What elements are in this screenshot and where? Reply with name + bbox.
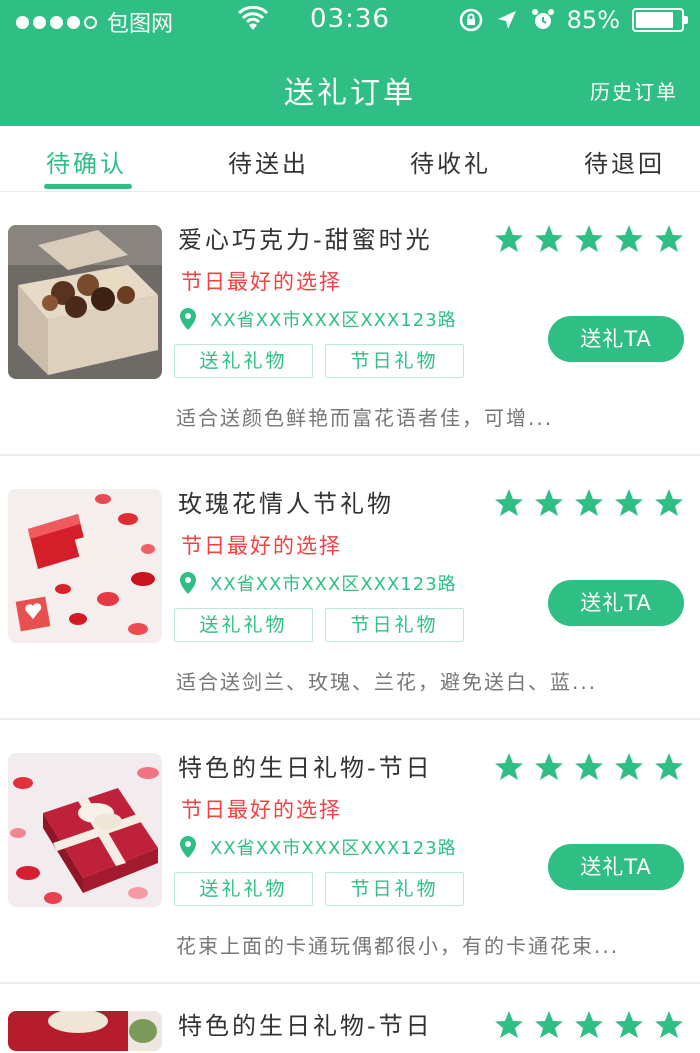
location-pin-icon (180, 308, 196, 330)
order-title: 特色的生日礼物-节日 (178, 754, 433, 782)
tag-gift[interactable]: 送礼礼物 (174, 608, 313, 642)
status-right: 85% (459, 6, 688, 34)
order-subtitle: 节日最好的选择 (181, 798, 342, 822)
order-subtitle: 节日最好的选择 (181, 534, 342, 558)
star-icon (655, 225, 683, 252)
tag-gift[interactable]: 送礼礼物 (174, 872, 313, 906)
tag-gift[interactable]: 送礼礼物 (174, 344, 313, 378)
order-card[interactable]: 玫瑰花情人节礼物 节日最好的选择 XX省XX市XXX区XXX123路 送礼礼物 … (0, 456, 700, 720)
product-image-gift-box[interactable] (8, 1011, 162, 1051)
tab-pending-confirm[interactable]: 待确认 (46, 144, 127, 179)
star-icon (535, 489, 563, 516)
star-icon (495, 753, 523, 780)
star-icon (655, 753, 683, 780)
star-icon (615, 753, 643, 780)
address-text: XX省XX市XXX区XXX123路 (210, 310, 457, 331)
tag-holiday[interactable]: 节日礼物 (325, 872, 464, 906)
status-bar: 包图网 03:36 85% (0, 0, 700, 40)
send-gift-button[interactable]: 送礼TA (548, 580, 684, 626)
order-card[interactable]: 爱心巧克力-甜蜜时光 节日最好的选择 XX省XX市XXX区XXX123路 送礼礼… (0, 192, 700, 456)
alarm-icon (531, 9, 554, 29)
rotation-lock-icon (459, 8, 482, 32)
order-description: 适合送剑兰、玫瑰、兰花，避免送白、蓝... (176, 670, 598, 694)
location-pin-icon (180, 836, 196, 858)
rating-stars (494, 1010, 684, 1040)
send-gift-button[interactable]: 送礼TA (548, 316, 684, 362)
send-gift-button[interactable]: 送礼TA (548, 844, 684, 890)
order-tabs: 待确认 待送出 待收礼 待退回 (0, 126, 700, 192)
address-row: XX省XX市XXX区XXX123路 (178, 306, 457, 332)
order-subtitle: 节日最好的选择 (181, 270, 342, 294)
address-text: XX省XX市XXX区XXX123路 (210, 838, 457, 859)
rating-stars (494, 224, 684, 254)
history-orders-link[interactable]: 历史订单 (590, 76, 678, 105)
order-card[interactable]: 特色的生日礼物-节日 节日最好的选择 XX省XX市XXX区XXX123路 送礼礼… (0, 720, 700, 984)
product-image-chocolate[interactable] (8, 225, 162, 379)
tab-pending-send[interactable]: 待送出 (228, 144, 309, 179)
star-icon (495, 225, 523, 252)
star-icon (615, 225, 643, 252)
location-pin-icon (180, 572, 196, 594)
star-icon (575, 753, 603, 780)
star-icon (535, 225, 563, 252)
tab-pending-return[interactable]: 待退回 (584, 144, 665, 179)
tag-group: 送礼礼物 节日礼物 (174, 872, 464, 906)
tag-holiday[interactable]: 节日礼物 (325, 608, 464, 642)
star-icon (615, 1011, 643, 1038)
star-icon (495, 489, 523, 516)
tag-group: 送礼礼物 节日礼物 (174, 608, 464, 642)
star-icon (535, 1011, 563, 1038)
order-card[interactable]: 特色的生日礼物-节日 (0, 984, 700, 1053)
active-tab-indicator (44, 184, 132, 189)
star-icon (615, 489, 643, 516)
order-title: 玫瑰花情人节礼物 (178, 490, 394, 518)
star-icon (655, 1011, 683, 1038)
star-icon (495, 1011, 523, 1038)
order-title: 特色的生日礼物-节日 (178, 1012, 433, 1040)
star-icon (655, 489, 683, 516)
location-arrow-icon (497, 11, 516, 29)
order-title: 爱心巧克力-甜蜜时光 (178, 226, 433, 254)
order-list: 爱心巧克力-甜蜜时光 节日最好的选择 XX省XX市XXX区XXX123路 送礼礼… (0, 192, 700, 1053)
address-row: XX省XX市XXX区XXX123路 (178, 834, 457, 860)
rating-stars (494, 752, 684, 782)
tag-group: 送礼礼物 节日礼物 (174, 344, 464, 378)
address-row: XX省XX市XXX区XXX123路 (178, 570, 457, 596)
tab-pending-receive[interactable]: 待收礼 (410, 144, 491, 179)
order-description: 花束上面的卡通玩偶都很小，有的卡通花束... (176, 934, 620, 958)
header: 送礼订单 历史订单 (0, 40, 700, 126)
order-description: 适合送颜色鲜艳而富花语者佳，可增... (176, 406, 554, 430)
battery-percent: 85% (566, 6, 620, 34)
star-icon (575, 1011, 603, 1038)
product-image-roses[interactable] (8, 489, 162, 643)
star-icon (575, 489, 603, 516)
rating-stars (494, 488, 684, 518)
battery-icon (632, 8, 688, 32)
battery-level (636, 12, 674, 28)
tag-holiday[interactable]: 节日礼物 (325, 344, 464, 378)
address-text: XX省XX市XXX区XXX123路 (210, 574, 457, 595)
star-icon (575, 225, 603, 252)
star-icon (535, 753, 563, 780)
product-image-gift-box[interactable] (8, 753, 162, 907)
